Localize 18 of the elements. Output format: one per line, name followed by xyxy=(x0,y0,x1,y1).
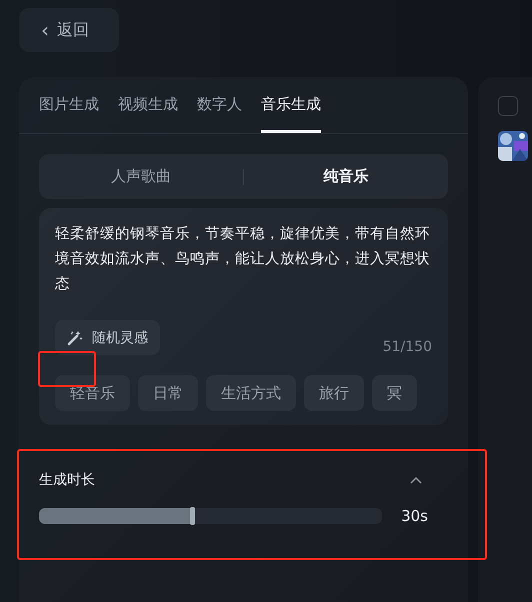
tag[interactable]: 日常 xyxy=(138,375,198,411)
tab[interactable]: 图片生成 xyxy=(39,77,99,133)
tag[interactable]: 冥 xyxy=(372,375,417,411)
prompt-field[interactable]: 轻柔舒缓的钢琴音乐，节奏平稳，旋律优美，带有自然环境音效如流水声、鸟鸣声，能让人放松身心，进入冥想状态 xyxy=(55,222,432,308)
tag[interactable]: 轻音乐 xyxy=(55,375,130,411)
duration-value: 30s xyxy=(401,507,428,525)
character-counter: 51/150 xyxy=(382,339,432,355)
back-icon: ‹ xyxy=(41,18,49,42)
tab[interactable]: 数字人 xyxy=(197,77,242,133)
tab[interactable]: 视频生成 xyxy=(118,77,178,133)
section-title: 生成时长 xyxy=(39,471,95,489)
random-inspiration-button[interactable]: 随机灵感 xyxy=(55,320,160,355)
tag[interactable]: 生活方式 xyxy=(206,375,296,411)
tag[interactable]: 旅行 xyxy=(304,375,364,411)
mode-option[interactable]: 纯音乐 xyxy=(244,154,448,199)
tab[interactable]: 音乐生成 xyxy=(261,77,321,133)
back-button[interactable]: ‹ 返回 xyxy=(19,8,119,52)
mode-option[interactable]: 人声歌曲 xyxy=(39,154,243,199)
